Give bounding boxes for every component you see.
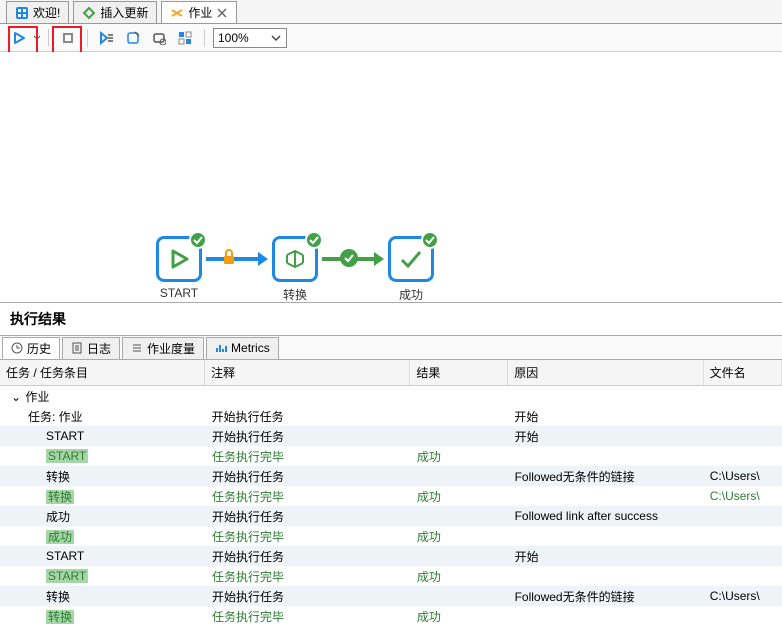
results-tabbar: 历史 日志 作业度量 Metrics <box>0 336 782 360</box>
tab-label: 历史 <box>27 340 51 357</box>
grid-body: ⌄ 作业 任务: 作业开始执行任务开始START开始执行任务开始START任务执… <box>0 386 782 626</box>
table-row[interactable]: START任务执行完毕成功 <box>0 446 782 466</box>
sql-button[interactable] <box>148 27 170 49</box>
results-title: 执行结果 <box>0 302 782 336</box>
play-icon <box>168 248 190 270</box>
check-large-icon <box>398 246 424 272</box>
editor-tabbar: 欢迎! 插入更新 作业 <box>0 0 782 24</box>
status-success-icon <box>305 231 323 249</box>
col-reason[interactable]: 原因 <box>508 360 703 385</box>
col-result[interactable]: 结果 <box>410 360 508 385</box>
status-success-icon <box>421 231 439 249</box>
tab-insert-update[interactable]: 插入更新 <box>73 1 157 23</box>
node-label: 转换 <box>272 286 318 303</box>
clock-icon <box>11 342 23 354</box>
close-icon[interactable] <box>216 7 228 19</box>
transform-node-icon <box>283 247 307 271</box>
chevron-down-icon[interactable] <box>271 33 281 43</box>
check-icon <box>340 249 358 267</box>
transform-icon <box>82 6 96 20</box>
chart-icon <box>215 342 227 354</box>
log-icon <box>71 342 83 354</box>
col-task[interactable]: 任务 / 任务条目 <box>0 360 205 385</box>
table-row[interactable]: 成功开始执行任务Followed link after success <box>0 506 782 526</box>
table-row[interactable]: 任务: 作业开始执行任务开始 <box>0 406 782 426</box>
table-row[interactable]: START开始执行任务开始 <box>0 546 782 566</box>
table-row[interactable]: START开始执行任务开始 <box>0 426 782 446</box>
results-grid: 任务 / 任务条目 注释 结果 原因 文件名 ⌄ 作业 任务: 作业开始执行任务… <box>0 360 782 626</box>
snap-button[interactable] <box>174 27 196 49</box>
welcome-icon <box>15 6 29 20</box>
table-row[interactable]: START任务执行完毕成功 <box>0 566 782 586</box>
tab-label: 作业度量 <box>147 340 195 357</box>
tree-root-row[interactable]: ⌄ 作业 <box>0 386 782 406</box>
table-row[interactable]: 转换开始执行任务Followed无条件的链接C:\Users\ <box>0 586 782 606</box>
node-label: 成功 <box>388 286 434 303</box>
expander-icon[interactable]: ⌄ <box>10 390 22 404</box>
tab-label: 插入更新 <box>100 4 148 21</box>
col-comment[interactable]: 注释 <box>205 360 410 385</box>
node-success[interactable]: 成功 <box>388 236 434 303</box>
grid-header: 任务 / 任务条目 注释 结果 原因 文件名 <box>0 360 782 386</box>
separator <box>204 29 205 47</box>
node-transform[interactable]: 转换 <box>272 236 318 303</box>
tab-label: 作业 <box>188 4 212 21</box>
preview-button[interactable] <box>122 27 144 49</box>
separator <box>87 29 88 47</box>
list-icon <box>131 342 143 354</box>
table-row[interactable]: 成功任务执行完毕成功 <box>0 526 782 546</box>
root-label: 作业 <box>25 390 49 404</box>
separator <box>48 29 49 47</box>
tab-welcome[interactable]: 欢迎! <box>6 1 69 23</box>
run-options-button[interactable] <box>96 27 118 49</box>
results-tab-history[interactable]: 历史 <box>2 337 60 359</box>
job-icon <box>170 6 184 20</box>
status-success-icon <box>189 231 207 249</box>
results-tab-metrics-en[interactable]: Metrics <box>206 337 279 359</box>
node-label: START <box>156 286 202 300</box>
lock-icon <box>222 249 238 265</box>
results-tab-log[interactable]: 日志 <box>62 337 120 359</box>
results-tab-metrics[interactable]: 作业度量 <box>122 337 204 359</box>
tab-label: 日志 <box>87 340 111 357</box>
toolbar <box>0 24 782 52</box>
table-row[interactable]: 转换任务执行完毕成功 <box>0 606 782 626</box>
job-canvas[interactable]: START 转换 成功 <box>0 52 782 302</box>
node-start[interactable]: START <box>156 236 202 300</box>
table-row[interactable]: 转换开始执行任务Followed无条件的链接C:\Users\ <box>0 466 782 486</box>
table-row[interactable]: 转换任务执行完毕成功C:\Users\ <box>0 486 782 506</box>
tab-job[interactable]: 作业 <box>161 1 237 23</box>
col-file[interactable]: 文件名 <box>704 360 782 385</box>
tab-label: 欢迎! <box>33 4 60 21</box>
tab-label: Metrics <box>231 341 270 355</box>
